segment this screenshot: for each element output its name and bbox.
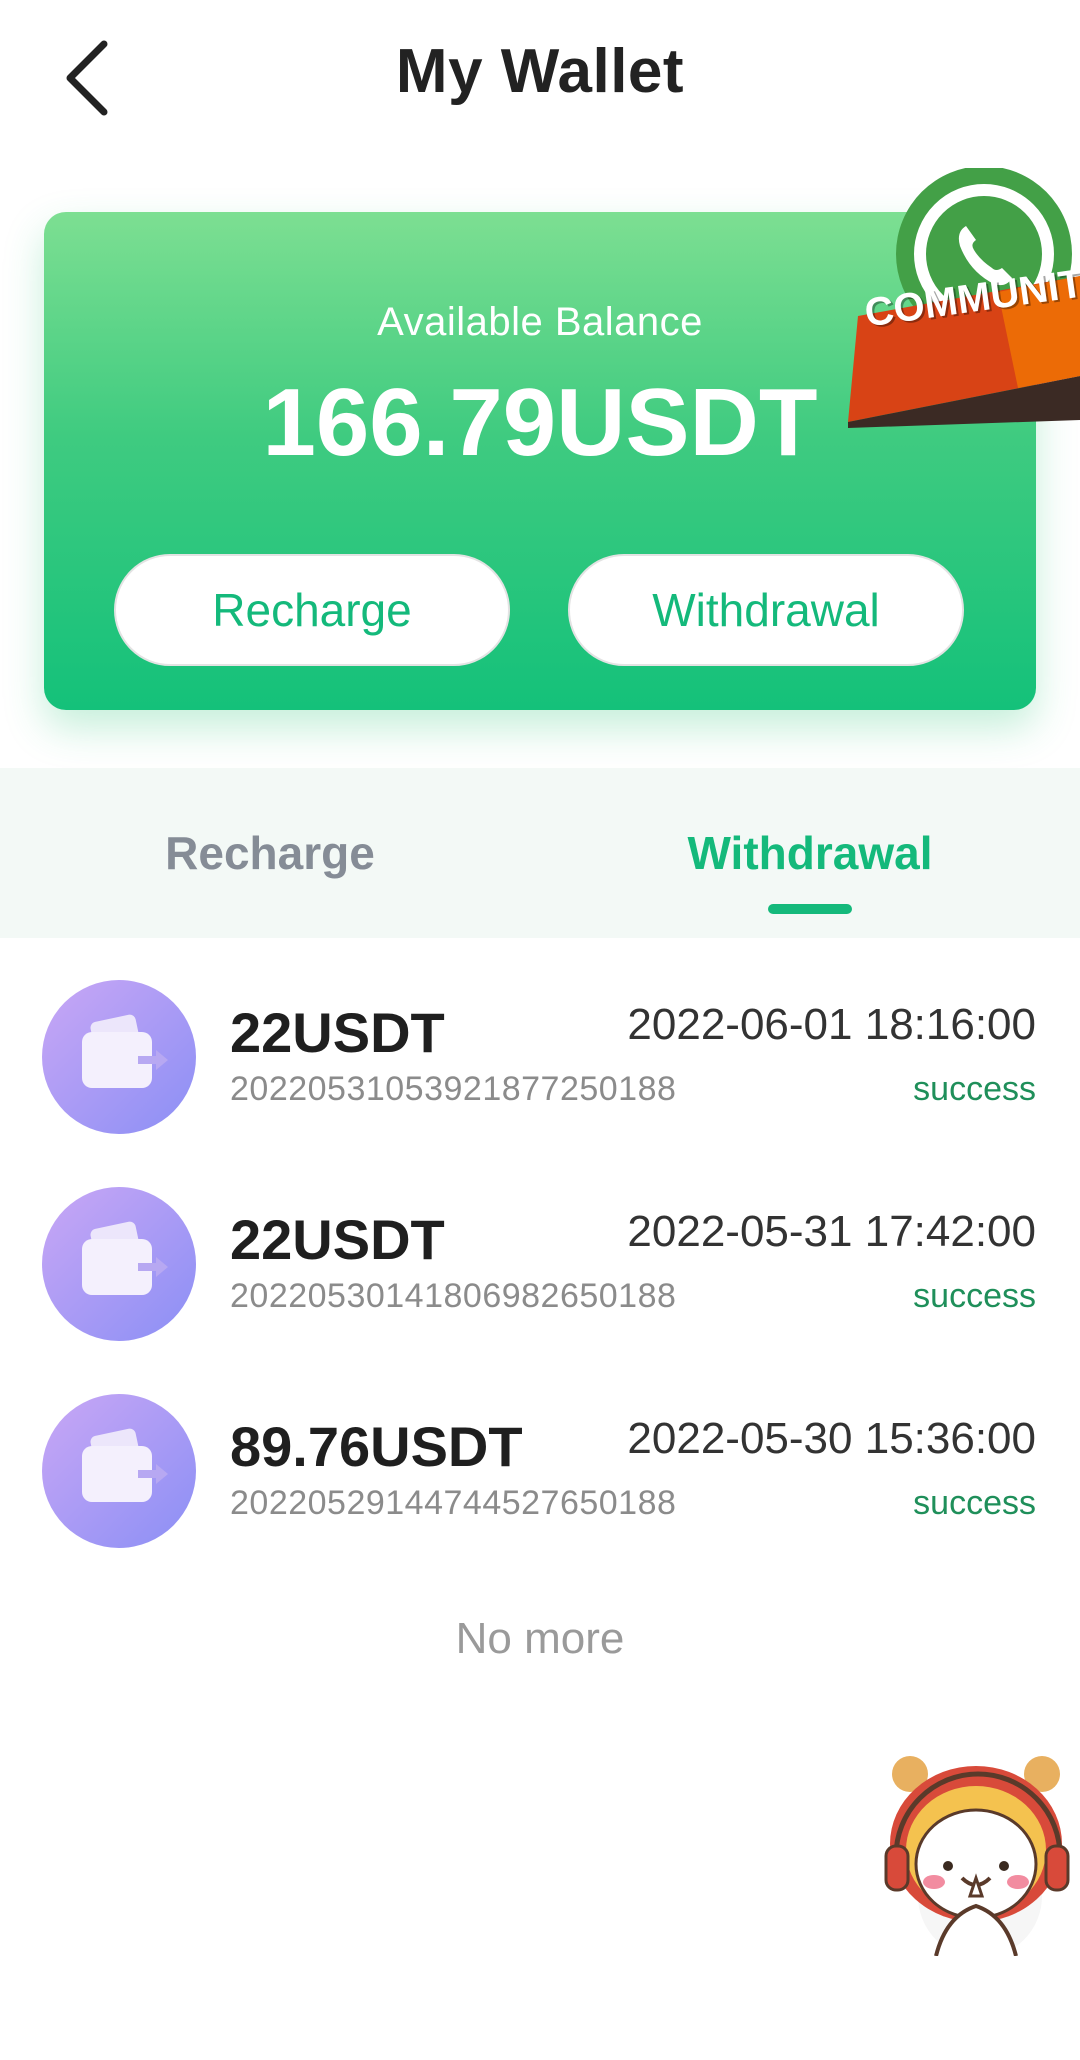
withdrawal-record[interactable]: 22USDT 2022-06-01 18:16:00 2022053105392…	[0, 980, 1080, 1150]
tab-recharge[interactable]: Recharge	[70, 826, 470, 880]
record-tabs: Recharge Withdrawal	[0, 768, 1080, 938]
record-order-id: 20220529144744527650188	[230, 1484, 677, 1522]
withdrawal-record[interactable]: 22USDT 2022-05-31 17:42:00 2022053014180…	[0, 1187, 1080, 1357]
customer-service-mascot-icon	[884, 1756, 1070, 1958]
community-badge[interactable]: COMMUNIT	[848, 168, 1080, 428]
active-tab-indicator	[768, 904, 852, 914]
record-amount: 22USDT	[230, 1208, 445, 1271]
recharge-button[interactable]: Recharge	[114, 554, 510, 666]
status-text: success	[913, 1484, 1036, 1522]
tab-withdrawal[interactable]: Withdrawal	[610, 826, 1010, 880]
record-order-id: 20220531053921877250188	[230, 1070, 677, 1108]
record-datetime: 2022-05-31 17:42:00	[627, 1207, 1036, 1256]
status-text: success	[913, 1070, 1036, 1108]
top-bar: My Wallet	[0, 0, 1080, 150]
withdrawal-button[interactable]: Withdrawal	[568, 554, 964, 666]
record-amount: 89.76USDT	[230, 1415, 523, 1478]
wallet-out-icon	[42, 1394, 196, 1548]
page-title: My Wallet	[395, 37, 685, 106]
wallet-out-icon	[42, 1187, 196, 1341]
withdrawal-record[interactable]: 89.76USDT 2022-05-30 15:36:00 2022052914…	[0, 1394, 1080, 1564]
record-datetime: 2022-06-01 18:16:00	[627, 1000, 1036, 1049]
customer-service-button[interactable]	[876, 1746, 1080, 1958]
no-more-label: No more	[455, 1614, 625, 1663]
record-order-id: 20220530141806982650188	[230, 1277, 677, 1315]
wallet-out-icon	[42, 980, 196, 1134]
status-text: success	[913, 1277, 1036, 1315]
record-datetime: 2022-05-30 15:36:00	[627, 1414, 1036, 1463]
record-amount: 22USDT	[230, 1001, 445, 1064]
